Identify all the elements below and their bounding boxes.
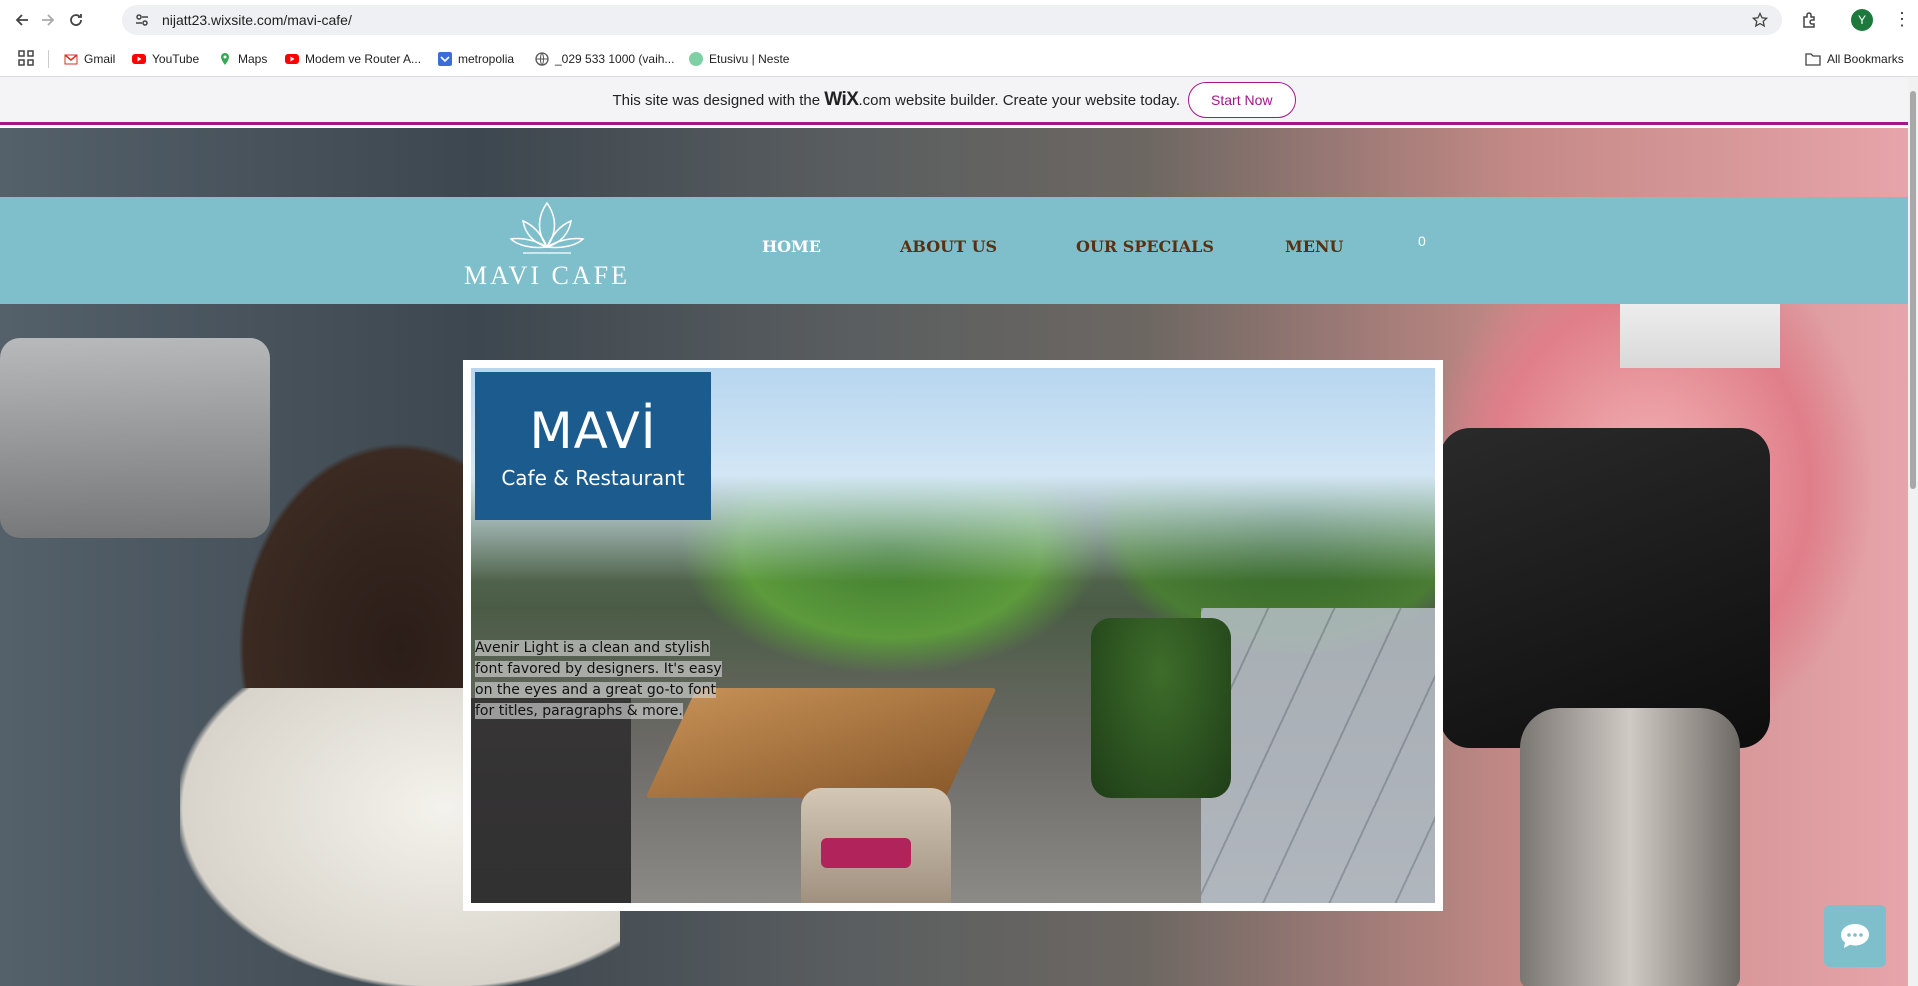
site-logo[interactable]: MAVI CAFE: [462, 199, 632, 299]
youtube-icon: [285, 54, 299, 64]
hero-restaurant-photo: MAVİ Cafe & Restaurant Avenir Light is a…: [471, 368, 1435, 903]
bookmark-label: metropolia: [458, 52, 515, 66]
maps-icon: [221, 53, 229, 65]
metropolia-icon: [438, 52, 452, 66]
all-bookmarks-button[interactable]: All Bookmarks: [1805, 49, 1904, 69]
wix-logo: WiX: [824, 88, 859, 110]
brand-title: MAVİ: [529, 402, 657, 460]
brand-subtitle: Cafe & Restaurant: [501, 466, 685, 490]
hero-frame: MAVİ Cafe & Restaurant Avenir Light is a…: [463, 360, 1443, 911]
background-grinder: [1440, 428, 1770, 748]
chat-button[interactable]: [1824, 905, 1886, 967]
wix-banner-text: This site was designed with the WiX.com …: [612, 89, 1180, 111]
logo-text: MAVI CAFE: [464, 261, 630, 290]
neste-icon: [689, 52, 703, 66]
browser-menu-icon[interactable]: ⋮: [1893, 10, 1911, 30]
bookmark-label: YouTube: [152, 52, 200, 66]
bookmark-separator: [48, 50, 49, 68]
start-now-button[interactable]: Start Now: [1188, 81, 1296, 118]
photo-tiles: [1201, 608, 1435, 903]
bookmark-label: Modem ve Router A...: [305, 52, 422, 66]
background-pitcher: [1520, 708, 1740, 986]
apps-grid-icon[interactable]: [18, 50, 34, 66]
all-bookmarks-label: All Bookmarks: [1827, 52, 1904, 66]
extensions-icon[interactable]: [1800, 10, 1820, 30]
bookmarks-bar: Gmail YouTube Maps Modem ve Router A... …: [0, 40, 1918, 77]
bookmark-metropolia[interactable]: metropolia: [438, 49, 514, 69]
bookmark-label: _029 533 1000 (vaih...: [555, 52, 675, 66]
url-text: nijatt23.wixsite.com/mavi-cafe/: [162, 12, 352, 28]
profile-avatar[interactable]: Y: [1851, 9, 1873, 31]
placeholder-line: font favored by designers. It's easy: [475, 661, 722, 677]
bookmark-maps[interactable]: Maps: [218, 49, 267, 69]
bookmark-gmail[interactable]: Gmail: [64, 49, 115, 69]
photo-chair: [471, 698, 631, 903]
bookmark-label: Maps: [238, 52, 268, 66]
back-icon[interactable]: [8, 6, 36, 34]
bookmark-phone[interactable]: _029 533 1000 (vaih...: [535, 49, 674, 69]
lotus-logo-icon: [509, 201, 585, 254]
photo-planter: [1091, 618, 1231, 798]
site-header: MAVI CAFE HOME ABOUT US OUR SPECIALS MEN…: [0, 197, 1908, 304]
cart-count[interactable]: 0: [1418, 233, 1426, 249]
bookmark-label: Gmail: [84, 52, 116, 66]
hero-placeholder-text[interactable]: Avenir Light is a clean and stylish font…: [475, 638, 723, 722]
nav-about-us[interactable]: ABOUT US: [900, 237, 997, 256]
site-settings-icon[interactable]: [134, 12, 150, 28]
page-scrollbar[interactable]: [1908, 77, 1918, 986]
address-bar[interactable]: nijatt23.wixsite.com/mavi-cafe/: [122, 5, 1782, 35]
globe-icon: [535, 52, 549, 66]
youtube-icon: [132, 54, 146, 64]
bookmark-label: Etusivu | Neste: [709, 52, 790, 66]
folder-icon: [1805, 53, 1821, 66]
wix-text-after: website builder. Create your website tod…: [895, 91, 1181, 109]
bookmark-neste[interactable]: Etusivu | Neste: [689, 49, 789, 69]
chat-bubble-icon: [1841, 924, 1869, 948]
wix-logo-suffix: .com: [858, 91, 891, 109]
placeholder-line: on the eyes and a great go-to font: [475, 682, 716, 698]
photo-cushion: [821, 838, 911, 868]
browser-toolbar: nijatt23.wixsite.com/mavi-cafe/ Y ⋮: [0, 0, 1918, 40]
bookmark-youtube[interactable]: YouTube: [132, 49, 199, 69]
wix-promo-banner: This site was designed with the WiX.com …: [0, 77, 1908, 125]
nav-menu[interactable]: MENU: [1285, 237, 1343, 256]
placeholder-line: Avenir Light is a clean and stylish: [475, 640, 710, 656]
wix-text-before: This site was designed with the: [612, 91, 821, 109]
brand-box: MAVİ Cafe & Restaurant: [475, 372, 711, 520]
placeholder-line: for titles, paragraphs & more.: [475, 703, 683, 719]
bookmark-modem-router[interactable]: Modem ve Router A...: [285, 49, 421, 69]
site-page: MAVI CAFE HOME ABOUT US OUR SPECIALS MEN…: [0, 128, 1908, 986]
nav-home[interactable]: HOME: [762, 237, 821, 256]
scrollbar-thumb[interactable]: [1910, 91, 1916, 489]
reload-icon[interactable]: [62, 6, 90, 34]
background-espresso-machine: [0, 338, 270, 538]
forward-icon[interactable]: [34, 6, 62, 34]
gmail-icon: [64, 54, 78, 65]
bookmark-star-icon[interactable]: [1752, 12, 1768, 28]
nav-our-specials[interactable]: OUR SPECIALS: [1076, 237, 1214, 256]
